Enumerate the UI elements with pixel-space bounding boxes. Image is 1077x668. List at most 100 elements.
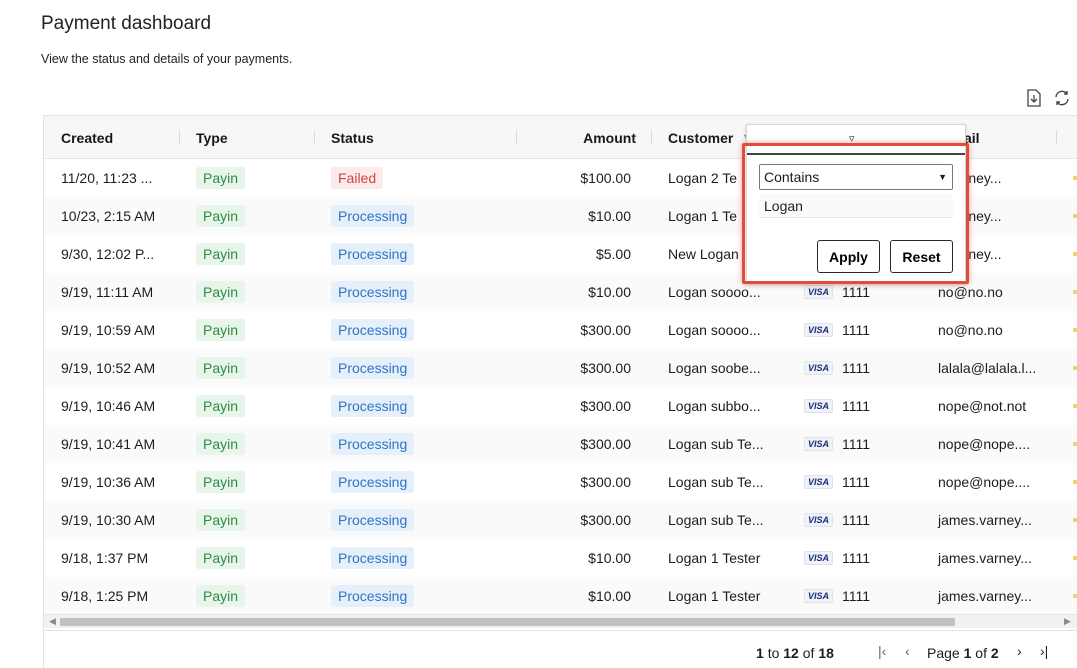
amount-cell: $10.00: [588, 588, 631, 604]
created-cell: 9/19, 10:36 AM: [61, 474, 156, 490]
customer-cell: Logan 1 Tester: [668, 550, 761, 566]
scroll-left-icon[interactable]: ◀: [49, 616, 56, 627]
column-header-status[interactable]: Status: [331, 116, 374, 159]
visa-card-icon: VISA: [804, 323, 834, 337]
row-marker: [1073, 594, 1077, 598]
amount-cell: $300.00: [580, 398, 631, 414]
table-row[interactable]: 9/19, 10:52 AM Payin Processing $300.00 …: [44, 349, 1077, 387]
amount-cell: $10.00: [588, 208, 631, 224]
type-cell: Payin: [196, 349, 246, 387]
status-badge: Processing: [331, 357, 415, 379]
type-badge: Payin: [196, 395, 246, 417]
card-last4: 1111: [842, 398, 871, 414]
refresh-icon[interactable]: [1052, 88, 1072, 108]
row-marker: [1073, 176, 1077, 180]
status-badge: Processing: [331, 547, 415, 569]
column-header-type[interactable]: Type: [196, 116, 228, 159]
filter-value-input[interactable]: [759, 194, 953, 218]
column-divider[interactable]: [1056, 130, 1057, 144]
column-header-customer[interactable]: Customer: [668, 116, 733, 159]
apply-filter-button[interactable]: Apply: [817, 240, 880, 273]
status-cell: Processing: [331, 197, 415, 235]
scroll-right-icon[interactable]: ▶: [1064, 616, 1071, 627]
payment-method-cell: VISA 1111: [804, 425, 870, 463]
type-badge: Payin: [196, 547, 246, 569]
range-end: 12: [783, 645, 799, 661]
table-row[interactable]: 9/18, 1:37 PM Payin Processing $10.00 Lo…: [44, 539, 1077, 577]
page-of-label: of: [975, 645, 987, 661]
email-cell: no@no.no: [938, 322, 1003, 338]
visa-card-icon: VISA: [804, 437, 834, 451]
scrollbar-thumb[interactable]: [60, 618, 955, 626]
table-row[interactable]: 9/19, 10:46 AM Payin Processing $300.00 …: [44, 387, 1077, 425]
column-divider[interactable]: [314, 130, 315, 144]
type-cell: Payin: [196, 273, 246, 311]
status-badge: Processing: [331, 433, 415, 455]
card-last4: 1111: [842, 436, 871, 452]
visa-card-icon: VISA: [804, 513, 834, 527]
download-icon[interactable]: [1024, 88, 1044, 108]
range-total: 18: [818, 645, 834, 661]
column-divider[interactable]: [516, 130, 517, 144]
type-cell: Payin: [196, 159, 246, 197]
column-divider[interactable]: [179, 130, 180, 144]
row-marker: [1073, 214, 1077, 218]
card-last4: 1111: [842, 322, 871, 338]
reset-filter-button[interactable]: Reset: [890, 240, 953, 273]
payment-method-cell: VISA 1111: [804, 577, 870, 615]
created-cell: 11/20, 11:23 ...: [61, 170, 153, 186]
status-cell: Processing: [331, 577, 415, 615]
status-badge: Processing: [331, 509, 415, 531]
type-cell: Payin: [196, 197, 246, 235]
visa-card-icon: VISA: [804, 285, 834, 299]
page-title: Payment dashboard: [41, 13, 212, 34]
table-row[interactable]: 9/19, 10:30 AM Payin Processing $300.00 …: [44, 501, 1077, 539]
amount-cell: $300.00: [580, 436, 631, 452]
type-cell: Payin: [196, 539, 246, 577]
total-pages: 2: [990, 645, 999, 661]
column-header-amount[interactable]: Amount: [544, 116, 636, 159]
customer-cell: Logan sub Te...: [668, 474, 764, 490]
created-cell: 9/18, 1:37 PM: [61, 550, 149, 566]
table-row[interactable]: 9/19, 10:36 AM Payin Processing $300.00 …: [44, 463, 1077, 501]
column-header-email[interactable]: ail: [964, 116, 980, 159]
type-cell: Payin: [196, 235, 246, 273]
amount-cell: $300.00: [580, 474, 631, 490]
column-header-created[interactable]: Created: [61, 116, 113, 159]
amount-cell: $10.00: [588, 550, 631, 566]
created-cell: 9/30, 12:02 P...: [61, 246, 155, 262]
next-page-icon[interactable]: ›: [1017, 643, 1022, 659]
card-last4: 1111: [842, 512, 871, 528]
row-marker: [1073, 556, 1077, 560]
row-marker: [1073, 518, 1077, 522]
table-row[interactable]: 9/19, 10:59 AM Payin Processing $300.00 …: [44, 311, 1077, 349]
filter-operator-select[interactable]: Contains ▼: [759, 164, 953, 190]
payment-method-cell: VISA 1111: [804, 311, 870, 349]
visa-card-icon: VISA: [804, 361, 834, 375]
type-cell: Payin: [196, 311, 246, 349]
created-cell: 9/19, 10:46 AM: [61, 398, 156, 414]
current-page: 1: [963, 645, 972, 661]
column-divider[interactable]: [651, 130, 652, 144]
table-row[interactable]: 9/18, 1:25 PM Payin Processing $10.00 Lo…: [44, 577, 1077, 615]
visa-card-icon: VISA: [804, 475, 834, 489]
status-cell: Processing: [331, 273, 415, 311]
previous-page-icon[interactable]: ‹: [905, 643, 910, 659]
status-badge: Processing: [331, 585, 415, 607]
type-badge: Payin: [196, 243, 246, 265]
customer-cell: New Logan: [668, 246, 739, 262]
payment-method-cell: VISA 1111: [804, 387, 870, 425]
row-marker: [1073, 328, 1077, 332]
row-marker: [1073, 366, 1077, 370]
filter-icon[interactable]: ▿: [849, 132, 855, 145]
horizontal-scrollbar[interactable]: ◀ ▶: [44, 614, 1077, 628]
customer-cell: Logan 1 Tester: [668, 588, 761, 604]
first-page-icon[interactable]: |‹: [878, 643, 886, 659]
row-marker: [1073, 290, 1077, 294]
payment-method-cell: VISA 1111: [804, 463, 870, 501]
email-cell: lalala@lalala.l...: [938, 360, 1037, 376]
last-page-icon[interactable]: ›|: [1040, 643, 1048, 659]
type-badge: Payin: [196, 471, 246, 493]
table-row[interactable]: 9/19, 10:41 AM Payin Processing $300.00 …: [44, 425, 1077, 463]
status-cell: Processing: [331, 501, 415, 539]
